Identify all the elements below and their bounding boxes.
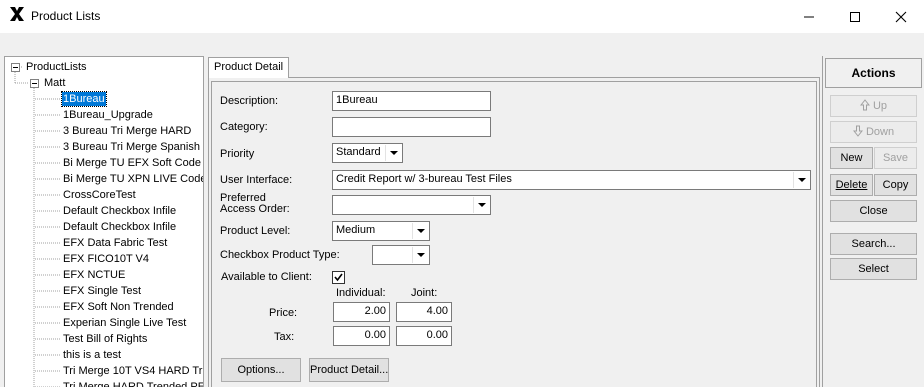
available-checkbox[interactable] xyxy=(332,271,345,284)
tree-item[interactable]: this is a test xyxy=(62,348,122,362)
product-detail-button[interactable]: Product Detail... xyxy=(309,358,389,382)
tree-item[interactable]: 3 Bureau Tri Merge Spanish xyxy=(62,140,201,154)
chevron-down-icon[interactable] xyxy=(793,172,809,188)
tax-individual-field[interactable]: 0.00 xyxy=(333,326,390,346)
tree-item[interactable]: EFX Data Fabric Test xyxy=(62,236,168,250)
arrow-up-icon xyxy=(859,99,871,111)
tree-item[interactable]: 1Bureau xyxy=(61,91,107,107)
app-logo-icon xyxy=(10,7,24,21)
select-button[interactable]: Select xyxy=(830,258,917,280)
tree-item[interactable]: Test Bill of Rights xyxy=(62,332,148,346)
tree-item[interactable]: Bi Merge TU XPN LIVE Code xyxy=(62,172,203,186)
priority-label: Priority xyxy=(220,148,255,160)
chevron-down-icon[interactable] xyxy=(412,223,428,239)
description-label: Description: xyxy=(220,95,279,107)
tree-item[interactable]: CrossCoreTest xyxy=(62,188,137,202)
description-field[interactable]: 1Bureau xyxy=(332,91,491,111)
tree-item[interactable]: EFX Soft Non Trended xyxy=(62,300,175,314)
tax-label: Tax: xyxy=(274,331,295,343)
chevron-down-icon[interactable] xyxy=(412,247,428,263)
price-joint-field[interactable]: 4.00 xyxy=(396,302,452,322)
options-button[interactable]: Options... xyxy=(221,358,301,382)
tree-item[interactable]: Tri Merge HARD Trended PE xyxy=(62,380,203,387)
title-bar: Product Lists xyxy=(0,0,924,33)
product-level-select[interactable]: Medium xyxy=(332,221,430,241)
arrow-down-icon xyxy=(852,125,863,137)
maximize-button[interactable] xyxy=(832,0,878,33)
price-label: Price: xyxy=(269,307,298,319)
tree-root[interactable]: ProductLists xyxy=(25,60,88,74)
close-icon xyxy=(895,11,907,23)
price-individual-field[interactable]: 2.00 xyxy=(333,302,390,322)
window-title: Product Lists xyxy=(31,9,101,23)
access-order-label: Access Order: xyxy=(220,203,290,215)
checkbox-type-select[interactable] xyxy=(372,245,430,265)
product-level-label: Product Level: xyxy=(220,225,291,237)
search-button[interactable]: Search... xyxy=(830,233,917,255)
down-button[interactable]: Down xyxy=(830,121,917,143)
checkmark-icon xyxy=(334,273,343,282)
available-label: Available to Client: xyxy=(221,271,312,283)
tab-label: Product Detail xyxy=(214,61,284,73)
new-button[interactable]: New xyxy=(830,147,873,169)
product-level-value: Medium xyxy=(336,224,376,236)
product-detail-page xyxy=(211,81,817,387)
category-label: Category: xyxy=(220,121,268,133)
individual-header: Individual: xyxy=(336,287,386,299)
close-window-button[interactable] xyxy=(878,0,924,33)
tree-item[interactable]: Bi Merge TU EFX Soft Code xyxy=(62,156,202,170)
group-expander-icon[interactable] xyxy=(30,79,39,88)
delete-button[interactable]: Delete xyxy=(830,174,873,196)
tree-item[interactable]: Experian Single Live Test xyxy=(62,316,187,330)
category-field[interactable] xyxy=(332,117,491,137)
tree-item[interactable]: Default Checkbox Infile xyxy=(62,204,177,218)
minimize-button[interactable] xyxy=(786,0,832,33)
tool-strip xyxy=(0,33,924,55)
user-interface-value: Credit Report w/ 3-bureau Test Files xyxy=(336,173,512,185)
actions-header: Actions xyxy=(825,58,922,88)
tree-item[interactable]: 3 Bureau Tri Merge HARD xyxy=(62,124,192,138)
up-label: Up xyxy=(872,100,888,112)
maximize-icon xyxy=(850,12,860,22)
close-button[interactable]: Close xyxy=(830,200,917,222)
root-expander-icon[interactable] xyxy=(11,63,20,72)
chevron-down-icon[interactable] xyxy=(385,145,401,161)
copy-button[interactable]: Copy xyxy=(874,174,917,196)
tree-item[interactable]: Tri Merge 10T VS4 HARD Tr xyxy=(62,364,203,378)
tree-item[interactable]: Default Checkbox Infile xyxy=(62,220,177,234)
priority-value: Standard xyxy=(336,146,381,158)
joint-header: Joint: xyxy=(411,287,438,299)
priority-select[interactable]: Standard xyxy=(332,143,403,163)
chevron-down-icon[interactable] xyxy=(473,197,489,213)
tree-item[interactable]: EFX Single Test xyxy=(62,284,142,298)
tree-group-matt[interactable]: Matt xyxy=(43,76,66,90)
save-button[interactable]: Save xyxy=(874,147,917,169)
tab-product-detail[interactable]: Product Detail xyxy=(208,57,289,78)
user-interface-select[interactable]: Credit Report w/ 3-bureau Test Files xyxy=(332,170,811,190)
down-label: Down xyxy=(865,126,895,138)
tree-item[interactable]: 1Bureau_Upgrade xyxy=(62,108,154,122)
up-button[interactable]: Up xyxy=(830,95,917,117)
tax-joint-field[interactable]: 0.00 xyxy=(396,326,452,346)
minimize-icon xyxy=(804,16,814,18)
actions-panel: Actions Up Down New Save Delete Copy Clo… xyxy=(822,56,924,387)
access-order-select[interactable] xyxy=(332,195,491,215)
product-list-tree[interactable]: ProductLists Matt 1Bureau 1Bureau_Upgrade… xyxy=(4,56,204,387)
user-interface-label: User Interface: xyxy=(220,174,293,186)
tree-item[interactable]: EFX NCTUE xyxy=(62,268,126,282)
checkbox-type-label: Checkbox Product Type: xyxy=(220,249,340,261)
tree-item[interactable]: EFX FICO10T V4 xyxy=(62,252,150,266)
